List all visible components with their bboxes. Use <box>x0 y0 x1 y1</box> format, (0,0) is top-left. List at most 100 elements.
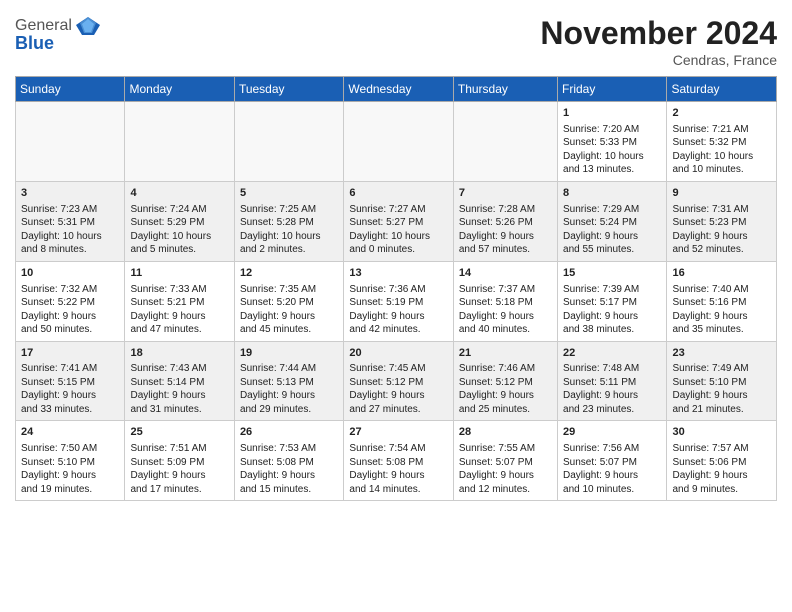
table-row: 21Sunrise: 7:46 AMSunset: 5:12 PMDayligh… <box>453 341 557 421</box>
col-sunday: Sunday <box>16 77 125 102</box>
day-info: and 15 minutes. <box>240 483 338 497</box>
day-number: 4 <box>130 186 228 201</box>
day-info: Sunrise: 7:35 AM <box>240 283 338 297</box>
day-info: Sunrise: 7:25 AM <box>240 203 338 217</box>
table-row: 9Sunrise: 7:31 AMSunset: 5:23 PMDaylight… <box>667 181 777 261</box>
day-info: Sunrise: 7:40 AM <box>672 283 771 297</box>
day-number: 5 <box>240 186 338 201</box>
day-info: Sunset: 5:13 PM <box>240 376 338 390</box>
day-info: and 45 minutes. <box>240 323 338 337</box>
day-number: 13 <box>349 266 447 281</box>
day-info: Sunrise: 7:24 AM <box>130 203 228 217</box>
day-info: and 21 minutes. <box>672 403 771 417</box>
table-row <box>453 102 557 182</box>
day-number: 26 <box>240 425 338 440</box>
day-info: and 17 minutes. <box>130 483 228 497</box>
day-info: Sunrise: 7:57 AM <box>672 442 771 456</box>
table-row: 8Sunrise: 7:29 AMSunset: 5:24 PMDaylight… <box>558 181 667 261</box>
day-info: Sunrise: 7:23 AM <box>21 203 119 217</box>
day-info: Sunrise: 7:45 AM <box>349 362 447 376</box>
col-friday: Friday <box>558 77 667 102</box>
day-info: and 47 minutes. <box>130 323 228 337</box>
day-info: Daylight: 9 hours <box>563 230 661 244</box>
day-number: 15 <box>563 266 661 281</box>
day-info: Sunrise: 7:53 AM <box>240 442 338 456</box>
page-container: General Blue November 2024 Cendras, Fran… <box>0 0 792 511</box>
day-info: Daylight: 9 hours <box>21 469 119 483</box>
day-info: Daylight: 9 hours <box>563 469 661 483</box>
day-number: 3 <box>21 186 119 201</box>
day-info: Sunrise: 7:28 AM <box>459 203 552 217</box>
logo-icon <box>74 15 102 37</box>
day-info: Daylight: 9 hours <box>672 230 771 244</box>
day-info: Daylight: 9 hours <box>240 389 338 403</box>
day-info: Sunset: 5:07 PM <box>563 456 661 470</box>
table-row: 20Sunrise: 7:45 AMSunset: 5:12 PMDayligh… <box>344 341 453 421</box>
day-info: Daylight: 9 hours <box>349 469 447 483</box>
day-number: 7 <box>459 186 552 201</box>
day-info: and 38 minutes. <box>563 323 661 337</box>
day-info: Daylight: 9 hours <box>459 469 552 483</box>
table-row: 30Sunrise: 7:57 AMSunset: 5:06 PMDayligh… <box>667 421 777 501</box>
table-row <box>234 102 343 182</box>
day-info: and 2 minutes. <box>240 243 338 257</box>
day-number: 1 <box>563 106 661 121</box>
day-number: 16 <box>672 266 771 281</box>
day-info: and 13 minutes. <box>563 163 661 177</box>
day-info: and 27 minutes. <box>349 403 447 417</box>
day-info: Sunrise: 7:41 AM <box>21 362 119 376</box>
day-info: Daylight: 9 hours <box>130 310 228 324</box>
day-info: and 55 minutes. <box>563 243 661 257</box>
day-info: Sunset: 5:29 PM <box>130 216 228 230</box>
day-number: 22 <box>563 346 661 361</box>
table-row: 1Sunrise: 7:20 AMSunset: 5:33 PMDaylight… <box>558 102 667 182</box>
day-info: and 35 minutes. <box>672 323 771 337</box>
day-info: Sunset: 5:22 PM <box>21 296 119 310</box>
day-number: 10 <box>21 266 119 281</box>
day-info: Sunset: 5:28 PM <box>240 216 338 230</box>
title-block: November 2024 Cendras, France <box>540 15 777 68</box>
table-row: 27Sunrise: 7:54 AMSunset: 5:08 PMDayligh… <box>344 421 453 501</box>
day-info: and 0 minutes. <box>349 243 447 257</box>
day-info: and 40 minutes. <box>459 323 552 337</box>
day-info: Sunset: 5:08 PM <box>349 456 447 470</box>
day-info: Sunrise: 7:56 AM <box>563 442 661 456</box>
table-row: 14Sunrise: 7:37 AMSunset: 5:18 PMDayligh… <box>453 261 557 341</box>
day-info: Sunrise: 7:48 AM <box>563 362 661 376</box>
day-info: Daylight: 9 hours <box>672 310 771 324</box>
day-info: Daylight: 9 hours <box>459 310 552 324</box>
table-row: 5Sunrise: 7:25 AMSunset: 5:28 PMDaylight… <box>234 181 343 261</box>
day-info: Sunset: 5:27 PM <box>349 216 447 230</box>
calendar-week-row: 10Sunrise: 7:32 AMSunset: 5:22 PMDayligh… <box>16 261 777 341</box>
col-wednesday: Wednesday <box>344 77 453 102</box>
day-number: 8 <box>563 186 661 201</box>
day-number: 23 <box>672 346 771 361</box>
table-row: 18Sunrise: 7:43 AMSunset: 5:14 PMDayligh… <box>125 341 234 421</box>
day-info: and 50 minutes. <box>21 323 119 337</box>
day-number: 6 <box>349 186 447 201</box>
day-info: Sunset: 5:32 PM <box>672 136 771 150</box>
day-info: Daylight: 9 hours <box>349 310 447 324</box>
calendar-week-row: 24Sunrise: 7:50 AMSunset: 5:10 PMDayligh… <box>16 421 777 501</box>
table-row: 23Sunrise: 7:49 AMSunset: 5:10 PMDayligh… <box>667 341 777 421</box>
day-number: 21 <box>459 346 552 361</box>
table-row: 24Sunrise: 7:50 AMSunset: 5:10 PMDayligh… <box>16 421 125 501</box>
day-number: 11 <box>130 266 228 281</box>
day-number: 14 <box>459 266 552 281</box>
day-info: and 31 minutes. <box>130 403 228 417</box>
day-info: and 5 minutes. <box>130 243 228 257</box>
day-info: and 19 minutes. <box>21 483 119 497</box>
calendar-week-row: 3Sunrise: 7:23 AMSunset: 5:31 PMDaylight… <box>16 181 777 261</box>
day-info: and 8 minutes. <box>21 243 119 257</box>
day-number: 18 <box>130 346 228 361</box>
day-info: Sunset: 5:18 PM <box>459 296 552 310</box>
day-info: Sunrise: 7:20 AM <box>563 123 661 137</box>
day-info: Sunset: 5:24 PM <box>563 216 661 230</box>
day-info: Daylight: 9 hours <box>459 389 552 403</box>
day-info: and 23 minutes. <box>563 403 661 417</box>
day-number: 19 <box>240 346 338 361</box>
day-info: and 12 minutes. <box>459 483 552 497</box>
day-info: Sunset: 5:06 PM <box>672 456 771 470</box>
day-info: Sunset: 5:21 PM <box>130 296 228 310</box>
day-number: 9 <box>672 186 771 201</box>
